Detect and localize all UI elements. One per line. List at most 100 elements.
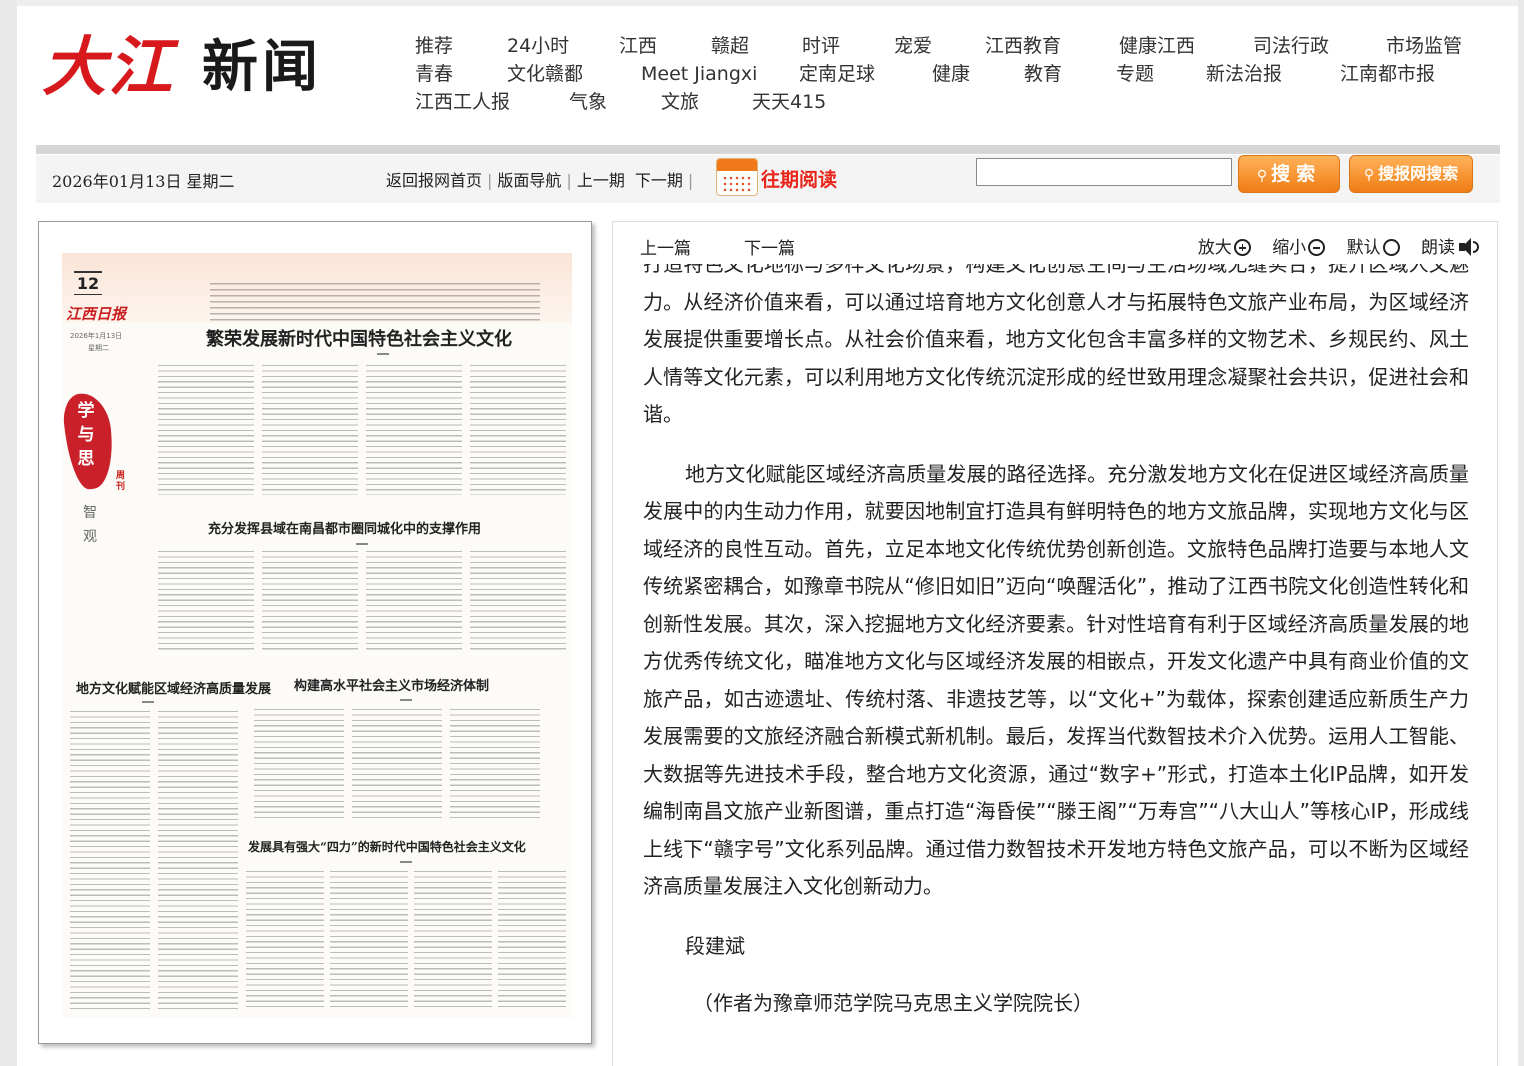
nav-link[interactable]: Meet Jiangxi	[641, 60, 757, 88]
paper-brand: 江西日报	[66, 305, 127, 323]
paper-date: 2026年1月13日	[70, 332, 123, 340]
nav-link[interactable]: 文化赣鄱	[507, 60, 583, 88]
channel-nav: 推荐 24小时 江西 赣超 时评 宠爱 江西教育 健康江西 司法行政 市场监管 …	[415, 32, 1495, 116]
search-icon: ⚲	[1256, 168, 1268, 184]
text-column	[254, 709, 344, 819]
headline-2[interactable]: 充分发挥县域在南昌都市圈同城化中的支撑作用	[208, 518, 481, 537]
reading-tools: 放大 缩小 默认 朗读	[1182, 233, 1479, 258]
author-note: （作者为豫章师范学院马克思主义学院院长）	[693, 991, 1093, 1015]
nav-link[interactable]: 赣超	[711, 32, 749, 60]
prev-article-link[interactable]: 上一篇	[640, 234, 691, 259]
page-number: 12	[74, 271, 102, 295]
nav-link[interactable]: 文旅	[661, 88, 699, 116]
nav-link[interactable]: 时评	[802, 32, 840, 60]
nav-link[interactable]: 青春	[415, 60, 453, 88]
text-column	[498, 871, 566, 1011]
headline-5[interactable]: 发展具有强大“四力”的新时代中国特色社会主义文化	[248, 838, 526, 855]
page-nav-link[interactable]: 版面导航	[497, 171, 561, 190]
back-home-link[interactable]: 返回报网首页	[386, 171, 482, 190]
nav-link[interactable]: 推荐	[415, 32, 453, 60]
nav-link[interactable]: 定南足球	[799, 60, 875, 88]
past-reading-button[interactable]: 往期阅读	[716, 158, 846, 196]
nav-link[interactable]: 专题	[1116, 60, 1154, 88]
past-reading-label: 往期阅读	[761, 169, 838, 191]
article-author: 段建斌	[685, 933, 745, 958]
search-button-label: 搜索	[1271, 163, 1322, 185]
prev-issue-link[interactable]: 上一期	[577, 171, 625, 190]
calendar-icon	[716, 158, 758, 196]
nav-link[interactable]: 江西	[619, 32, 657, 60]
toolbar: 2026年01月13日 星期二 返回报网首页 | 版面导航 | 上一期 下一期 | 往期阅读…	[36, 155, 1500, 203]
channel-nav-row-1: 推荐 24小时 江西 赣超 时评 宠爱 江西教育 健康江西 司法行政 市场监管	[415, 32, 1495, 60]
next-issue-link[interactable]: 下一期	[635, 171, 683, 190]
nav-link[interactable]: 气象	[569, 88, 607, 116]
logo-black-text: 新闻	[202, 35, 322, 100]
volume-label: 周刊	[116, 471, 126, 492]
nav-link[interactable]: 市场监管	[1386, 32, 1462, 60]
search-icon: ⚲	[1363, 167, 1375, 183]
separator: |	[566, 171, 572, 190]
logo-red-text: 大江	[42, 30, 174, 105]
intro-text-block	[210, 283, 540, 323]
separator: |	[487, 171, 493, 190]
nav-link[interactable]: 健康	[932, 60, 970, 88]
minus-circle-icon	[1308, 239, 1326, 256]
text-column	[262, 551, 358, 653]
text-column	[330, 871, 408, 1011]
site-search-button[interactable]: ⚲ 搜报网搜索	[1349, 155, 1473, 193]
byline	[400, 699, 412, 701]
nav-link[interactable]: 健康江西	[1119, 32, 1195, 60]
text-column	[70, 711, 150, 1011]
nav-link[interactable]: 天天415	[752, 88, 826, 116]
article-paragraph: 打造特色文化地标与多样文化场景，构建文化创意空间与生活场域无缝实合，提升区域人文…	[643, 264, 1469, 426]
channel-nav-row-3: 江西工人报 气象 文旅 天天415	[415, 88, 1495, 116]
search-input[interactable]	[976, 158, 1232, 186]
default-size-button[interactable]: 默认	[1347, 238, 1400, 258]
headline-4[interactable]: 构建高水平社会主义市场经济体制	[294, 675, 489, 694]
zoom-out-label: 缩小	[1272, 238, 1307, 258]
text-column	[246, 871, 324, 1011]
text-column	[366, 551, 462, 653]
newspaper-page: 12 江西日报 2026年1月13日 星期二 学与思 周刊 智观 繁荣发展新时代…	[62, 253, 572, 1018]
text-column	[450, 709, 540, 819]
plus-circle-icon	[1233, 239, 1251, 256]
nav-link[interactable]: 宠爱	[894, 32, 932, 60]
article-content: 打造特色文化地标与多样文化场景，构建文化创意空间与生活场域无缝实合，提升区域人文…	[643, 264, 1469, 1023]
zoom-in-button[interactable]: 放大	[1198, 238, 1251, 258]
next-article-link[interactable]: 下一篇	[744, 234, 795, 259]
text-column	[158, 551, 254, 653]
text-column	[414, 871, 492, 1011]
newspaper-page-thumbnail[interactable]: 12 江西日报 2026年1月13日 星期二 学与思 周刊 智观 繁荣发展新时代…	[38, 221, 592, 1044]
text-column	[470, 365, 566, 495]
byline	[400, 861, 412, 863]
column-seal-text: 学与思	[77, 401, 95, 469]
nav-link[interactable]: 江南都市报	[1340, 60, 1435, 88]
search-button[interactable]: ⚲ 搜索	[1238, 155, 1340, 193]
text-column	[158, 365, 254, 495]
text-column	[470, 551, 566, 653]
separator: |	[687, 171, 694, 190]
page-left-margin	[0, 0, 17, 1066]
site-logo[interactable]: 大江 新闻	[42, 30, 342, 110]
article-body[interactable]: 打造特色文化地标与多样文化场景，构建文化创意空间与生活场域无缝实合，提升区域人文…	[643, 264, 1469, 1066]
nav-link[interactable]: 教育	[1024, 60, 1062, 88]
article-paragraph: 地方文化赋能区域经济高质量发展的路径选择。充分激发地方文化在促进区域经济高质量发…	[643, 461, 1469, 899]
nav-link[interactable]: 司法行政	[1253, 32, 1329, 60]
header-divider	[36, 145, 1500, 154]
byline	[377, 353, 389, 355]
byline	[142, 701, 154, 703]
headline-1[interactable]: 繁荣发展新时代中国特色社会主义文化	[206, 325, 512, 351]
byline	[356, 543, 368, 545]
speaker-icon	[1457, 238, 1479, 256]
top-strip	[17, 0, 1518, 6]
issue-nav: 返回报网首页 | 版面导航 | 上一期 下一期 |	[386, 167, 698, 191]
read-aloud-button[interactable]: 朗读	[1421, 238, 1479, 258]
text-column	[158, 711, 238, 1011]
zoom-out-button[interactable]: 缩小	[1272, 238, 1326, 258]
circle-icon	[1382, 239, 1400, 256]
nav-link[interactable]: 江西工人报	[415, 88, 510, 116]
nav-link[interactable]: 24小时	[507, 32, 569, 60]
nav-link[interactable]: 新法治报	[1206, 60, 1282, 88]
nav-link[interactable]: 江西教育	[985, 32, 1061, 60]
headline-3[interactable]: 地方文化赋能区域经济高质量发展	[76, 678, 271, 697]
